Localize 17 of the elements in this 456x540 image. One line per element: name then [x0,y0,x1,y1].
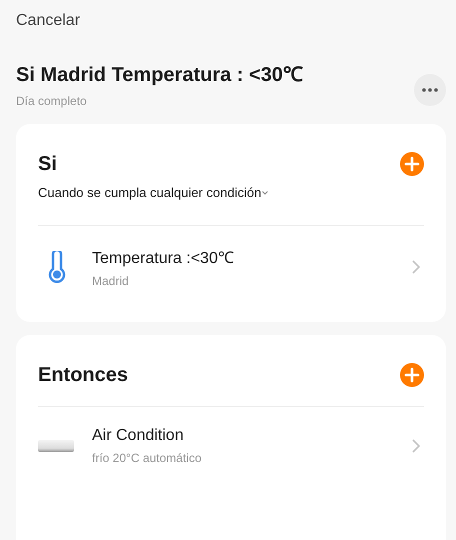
chevron-icon [412,439,420,453]
more-icon [422,88,438,92]
section-title: Entonces [38,364,128,386]
caret-icon [262,190,268,194]
add-button[interactable] [400,152,424,176]
schedule-text: Día completo [16,94,88,108]
rule-item[interactable]: Air Condition frío 20°C automático [38,407,424,499]
add-button[interactable] [400,363,424,387]
condition-dropdown[interactable]: Cuando se cumpla cualquier condición [38,185,268,200]
section-title: Si [38,152,57,176]
rule-item[interactable]: Temperatura :<30℃ Madrid [38,226,424,322]
air-conditioner-icon [38,439,74,453]
page-title: Si Madrid Temperatura : <30℃ [16,63,303,87]
thermometer-icon [46,251,68,283]
more-button[interactable] [414,74,446,106]
chevron-icon [412,260,420,274]
cancel-button[interactable]: Cancelar [16,12,80,30]
